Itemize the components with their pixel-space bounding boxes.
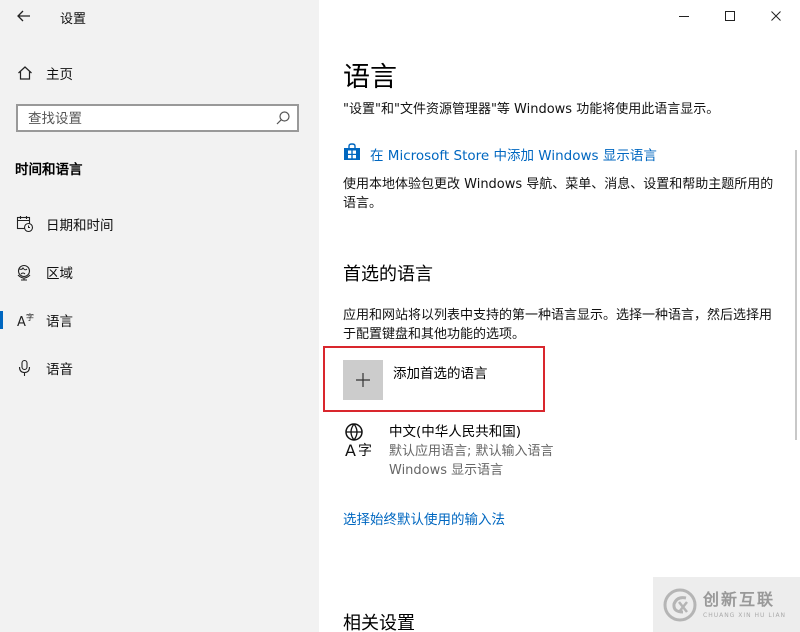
minimize-icon (679, 16, 689, 17)
language-name: 中文(中华人民共和国) (389, 424, 522, 440)
local-experience-text: 使用本地体验包更改 Windows 导航、菜单、消息、设置和帮助主题所用的语言。 (343, 177, 774, 211)
store-link[interactable]: 在 Microsoft Store 中添加 Windows 显示语言 (343, 143, 657, 165)
watermark: 创新互联 CHUANG XIN HU LIAN (653, 577, 800, 632)
home-icon (15, 63, 35, 83)
scrollbar[interactable] (795, 150, 797, 440)
preferred-description: 应用和网站将以列表中支持的第一种语言显示。选择一种语言，然后选择用于配置键盘和其… (343, 308, 773, 342)
sidebar: 设置 主页 时间和语言 日期和时间 区域 A字 语言 (0, 0, 319, 632)
close-button[interactable] (753, 0, 799, 32)
default-ime-link[interactable]: 选择始终默认使用的输入法 (343, 508, 505, 528)
maximize-button[interactable] (707, 0, 753, 32)
back-arrow-icon (17, 10, 30, 22)
language-glyph-icon: A字 (343, 422, 379, 460)
language-icon: A字 (15, 310, 35, 330)
sidebar-item-label: 区域 (46, 266, 73, 282)
sidebar-item-date-time[interactable]: 日期和时间 (0, 204, 319, 244)
page-description: "设置"和"文件资源管理器"等 Windows 功能将使用此语言显示。 (343, 102, 720, 117)
sidebar-item-speech[interactable]: 语音 (0, 348, 319, 388)
watermark-text: 创新互联 (703, 589, 776, 609)
svg-text:A: A (345, 441, 356, 458)
language-list-item[interactable]: A字 中文(中华人民共和国) 默认应用语言; 默认输入语言 Windows 显示… (343, 420, 643, 480)
sidebar-item-region[interactable]: 区域 (0, 252, 319, 292)
language-detail: Windows 显示语言 (389, 463, 504, 478)
minimize-button[interactable] (661, 0, 707, 32)
page-title: 语言 (343, 62, 397, 93)
calendar-clock-icon (15, 214, 35, 234)
search-box[interactable] (16, 104, 299, 132)
watermark-subtext: CHUANG XIN HU LIAN (703, 611, 787, 619)
svg-text:字: 字 (26, 312, 34, 322)
sidebar-item-language[interactable]: A字 语言 (0, 300, 319, 340)
sidebar-item-label: 语言 (46, 314, 73, 330)
sidebar-item-label: 日期和时间 (46, 218, 114, 234)
maximize-icon (725, 11, 735, 21)
store-link-label: 在 Microsoft Store 中添加 Windows 显示语言 (370, 148, 657, 164)
sidebar-item-label: 语音 (46, 362, 73, 378)
related-settings-title: 相关设置 (343, 613, 415, 632)
selected-indicator (0, 311, 3, 329)
search-input[interactable] (26, 109, 270, 129)
svg-text:字: 字 (358, 443, 372, 458)
microphone-icon (15, 358, 35, 378)
back-button[interactable] (10, 4, 38, 28)
preferred-section-title: 首选的语言 (343, 264, 433, 285)
store-icon (343, 143, 361, 165)
svg-text:A: A (17, 315, 26, 329)
globe-icon (15, 262, 35, 282)
sidebar-group-title: 时间和语言 (15, 162, 83, 178)
sidebar-item-label: 主页 (46, 67, 73, 83)
window-title: 设置 (60, 12, 87, 27)
watermark-logo-icon (663, 588, 697, 622)
main-content: 语言 "设置"和"文件资源管理器"等 Windows 功能将使用此语言显示。 在… (319, 0, 800, 632)
language-detail: 默认应用语言; 默认输入语言 (389, 444, 554, 459)
close-icon (771, 11, 781, 21)
add-language-label: 添加首选的语言 (393, 366, 488, 382)
sidebar-item-home[interactable]: 主页 (0, 53, 319, 93)
search-icon[interactable] (275, 110, 291, 126)
plus-icon (343, 360, 383, 400)
